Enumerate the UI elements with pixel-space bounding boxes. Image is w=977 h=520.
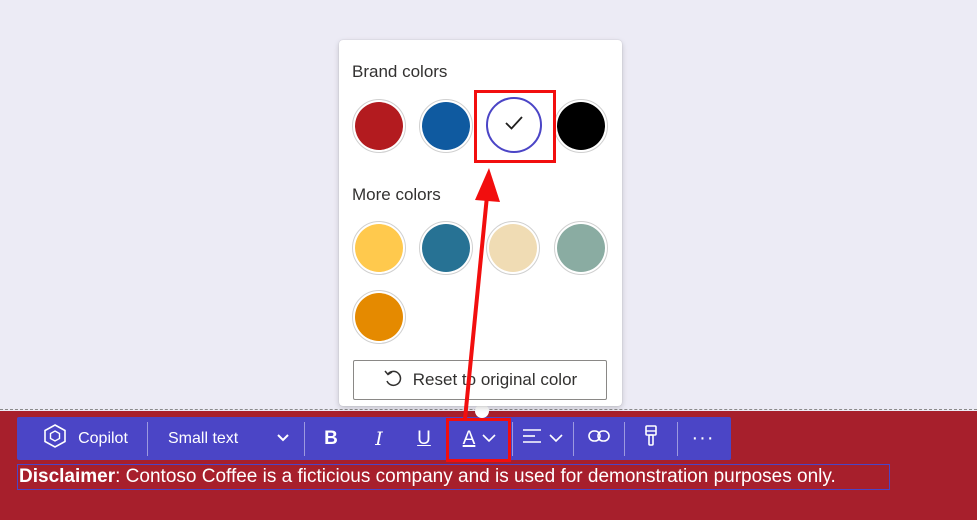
underline-button[interactable]: U	[401, 417, 447, 460]
font-color-button[interactable]: A	[448, 417, 512, 460]
chevron-down-icon	[276, 430, 290, 448]
color-swatch-beige[interactable]	[486, 221, 540, 275]
swatch-fill	[422, 102, 470, 150]
popup-pointer	[475, 404, 489, 418]
insert-link-button[interactable]	[574, 417, 624, 460]
font-size-value: Small text	[168, 429, 239, 447]
font-color-icon: A	[462, 427, 476, 449]
disclaimer-body: : Contoso Coffee is a ficticious company…	[115, 466, 836, 487]
color-swatch-white-selected[interactable]	[486, 97, 542, 153]
color-swatch-black[interactable]	[554, 99, 608, 153]
color-swatch-sage[interactable]	[554, 221, 608, 275]
format-painter-button[interactable]	[625, 417, 677, 460]
color-swatch-yellow[interactable]	[352, 221, 406, 275]
color-swatch-red[interactable]	[352, 99, 406, 153]
color-swatch-orange[interactable]	[352, 290, 406, 344]
swatch-fill	[355, 102, 403, 150]
reset-color-button[interactable]: Reset to original color	[353, 360, 607, 400]
text-formatting-toolbar: Copilot Small text B I U A ···	[17, 417, 731, 460]
brand-colors-heading: Brand colors	[352, 62, 448, 81]
format-painter-icon	[643, 425, 659, 452]
disclaimer-text-block[interactable]: Disclaimer: Contoso Coffee is a ficticio…	[17, 464, 890, 490]
alignment-button[interactable]	[513, 417, 573, 460]
align-left-icon	[522, 428, 542, 449]
chevron-down-icon	[481, 430, 497, 448]
copilot-label: Copilot	[78, 429, 128, 447]
swatch-fill	[422, 224, 470, 272]
font-size-dropdown[interactable]: Small text	[148, 417, 304, 460]
copilot-icon	[42, 423, 68, 454]
more-options-button[interactable]: ···	[678, 417, 728, 460]
bold-button[interactable]: B	[305, 417, 357, 460]
link-icon	[588, 429, 610, 448]
swatch-fill	[355, 224, 403, 272]
italic-button[interactable]: I	[357, 417, 401, 460]
color-swatch-teal[interactable]	[419, 221, 473, 275]
more-colors-heading: More colors	[352, 185, 441, 204]
swatch-fill	[355, 293, 403, 341]
color-swatch-blue[interactable]	[419, 99, 473, 153]
disclaimer-label: Disclaimer	[19, 466, 116, 487]
swatch-fill	[557, 224, 605, 272]
checkmark-icon	[503, 114, 525, 137]
swatch-fill	[557, 102, 605, 150]
color-picker-popup: Brand colors More colors Reset to origin…	[339, 40, 622, 406]
undo-icon	[383, 368, 403, 393]
copilot-button[interactable]: Copilot	[17, 417, 147, 460]
swatch-fill	[489, 224, 537, 272]
chevron-down-icon	[548, 430, 564, 448]
reset-label: Reset to original color	[412, 370, 578, 389]
